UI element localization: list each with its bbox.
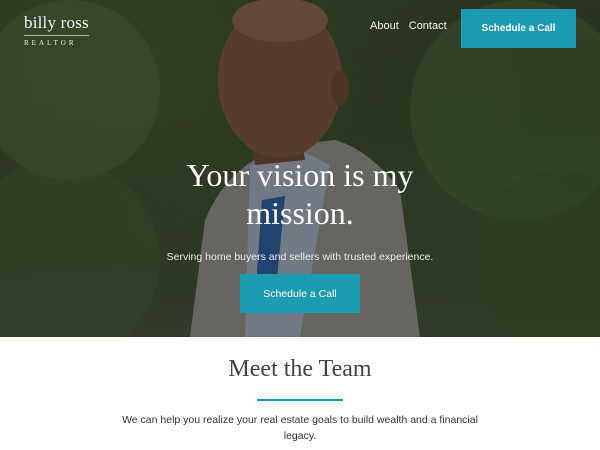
brand-subtitle: REALTOR (24, 35, 89, 47)
team-divider (257, 399, 343, 401)
nav-link-about[interactable]: About (370, 20, 399, 32)
brand-name: billy ross (24, 13, 89, 32)
schedule-call-nav-button[interactable]: Schedule a Call (461, 9, 576, 48)
hero-headline: Your vision is my mission. (186, 157, 414, 231)
hero-section: billy ross REALTOR About Contact Schedul… (0, 0, 600, 337)
team-description: We can help you realize your real estate… (122, 414, 478, 442)
team-title: Meet the Team (228, 356, 372, 382)
brand-logo[interactable]: billy ross REALTOR (24, 14, 89, 47)
nav-link-contact[interactable]: Contact (409, 20, 447, 32)
hero-tagline: Serving home buyers and sellers with tru… (166, 251, 434, 263)
main-nav: About Contact (370, 20, 447, 32)
schedule-call-hero-button[interactable]: Schedule a Call (240, 274, 360, 313)
